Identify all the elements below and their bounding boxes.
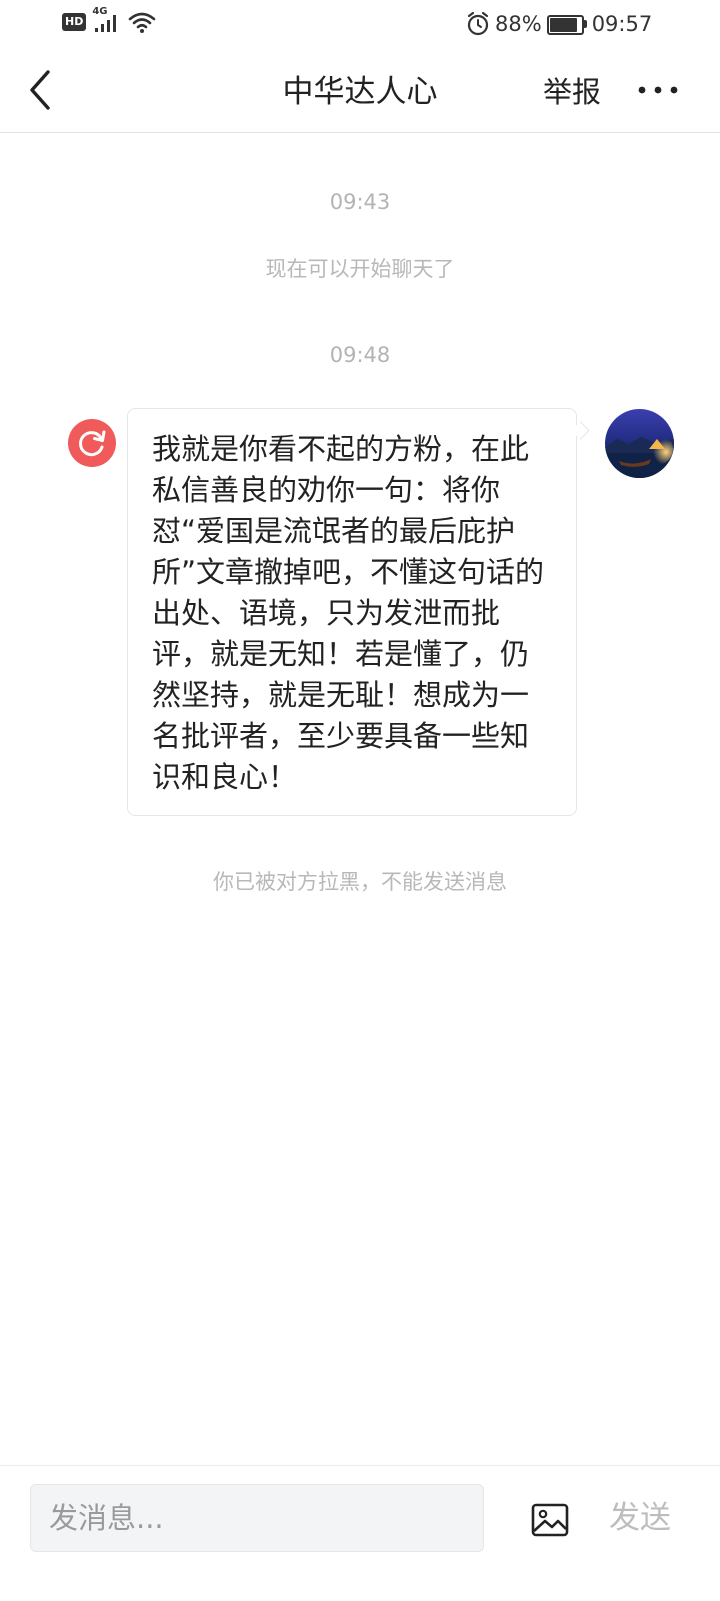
status-left: HD 4G <box>62 7 156 34</box>
image-icon <box>531 1503 569 1537</box>
more-horizontal-icon <box>638 86 678 94</box>
nav-bar: 中华达人心 举报 <box>0 48 720 133</box>
avatar[interactable] <box>605 409 674 478</box>
resend-icon <box>68 419 116 467</box>
status-time: 09:57 <box>591 12 653 36</box>
report-button[interactable]: 举报 <box>543 72 601 112</box>
signal-icon: 4G <box>92 7 122 34</box>
battery-percent: 88% <box>495 12 542 36</box>
wifi-icon <box>128 10 156 34</box>
send-button[interactable]: 发送 <box>609 1496 671 1540</box>
battery-icon <box>546 13 587 35</box>
image-button[interactable] <box>531 1502 569 1538</box>
battery-fill <box>549 18 577 32</box>
status-bar: HD 4G 88% 09:57 <box>0 0 720 48</box>
input-bar: 发送 <box>0 1465 720 1601</box>
message-bubble-outgoing[interactable]: 我就是你看不起的方粉，在此私信善良的劝你一句：将你怼“爱国是流氓者的最后庇护所”… <box>127 408 577 816</box>
message-input[interactable] <box>30 1484 484 1552</box>
alarm-icon <box>466 11 490 37</box>
resend-button[interactable] <box>68 419 116 467</box>
system-message-blocked: 你已被对方拉黑，不能发送消息 <box>213 870 507 894</box>
status-right: 88% 09:57 <box>466 10 652 38</box>
system-message-start: 现在可以开始聊天了 <box>265 257 455 281</box>
avatar-image <box>605 409 674 478</box>
message-text: 我就是你看不起的方粉，在此私信善良的劝你一句：将你怼“爱国是流氓者的最后庇护所”… <box>152 432 545 794</box>
page-title: 中华达人心 <box>282 74 438 110</box>
timestamp: 09:43 <box>329 190 391 214</box>
more-button[interactable] <box>636 76 682 106</box>
hd-badge: HD <box>62 13 87 31</box>
timestamp: 09:48 <box>329 343 391 367</box>
